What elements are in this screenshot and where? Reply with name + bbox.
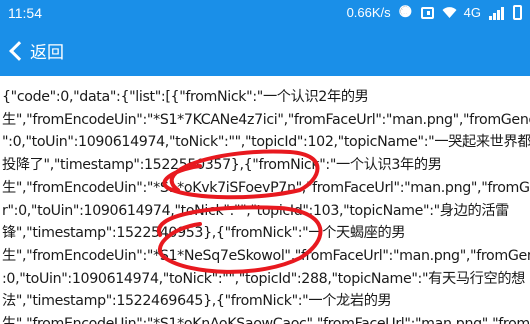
- status-icons: 0.66K/s 4G: [347, 5, 522, 20]
- back-label: 返回: [30, 43, 64, 63]
- chevron-left-icon: [9, 40, 29, 61]
- nav-bar: 返回: [0, 28, 530, 76]
- json-line: 生","fromEncodeUin":"*S1*7KCANe4z7ici","f…: [2, 111, 530, 128]
- json-line: 法","timestamp":1522469645},{"fromNick":"…: [2, 293, 392, 310]
- signal-icon: [489, 6, 505, 20]
- json-line: {"code":0,"data":{"list":[{"fromNick":"一…: [2, 89, 369, 105]
- network-speed: 0.66K/s: [346, 5, 391, 20]
- json-line: 锋","timestamp":1522540953},{"fromNick":"…: [2, 225, 406, 242]
- json-response-text: {"code":0,"data":{"list":[{"fromNick":"一…: [0, 86, 530, 324]
- json-line: 生","fromEncodeUin":"*S1*NeSq7eSkowol","f…: [2, 247, 530, 264]
- back-button[interactable]: 返回: [6, 38, 64, 63]
- json-line: :0,"toUin":1090614974,"toNick":"","topic…: [2, 270, 526, 287]
- json-line: 生","fromEncodeUin":"*S1*oKvk7iSFoevP7n",…: [2, 179, 530, 196]
- network-type: 4G: [463, 5, 481, 20]
- status-bar: 11:54 0.66K/s 4G: [0, 0, 530, 28]
- box-icon: [420, 6, 434, 19]
- json-line: 投降了","timestamp":1522550357},{"fromNick"…: [2, 157, 442, 174]
- json-line: 生","fromEncodeUin":"*S1*oKnAoKSaowCaoc",…: [2, 313, 530, 324]
- json-line: ":0,"toUin":1090614974,"toNick":"","topi…: [2, 134, 530, 151]
- status-time: 11:54: [8, 5, 42, 21]
- mute-icon: [399, 6, 413, 20]
- json-line: r":0,"toUin":1090614974,"toNick":"","top…: [2, 202, 509, 219]
- wifi-icon: [442, 6, 457, 20]
- battery-icon: [513, 5, 522, 20]
